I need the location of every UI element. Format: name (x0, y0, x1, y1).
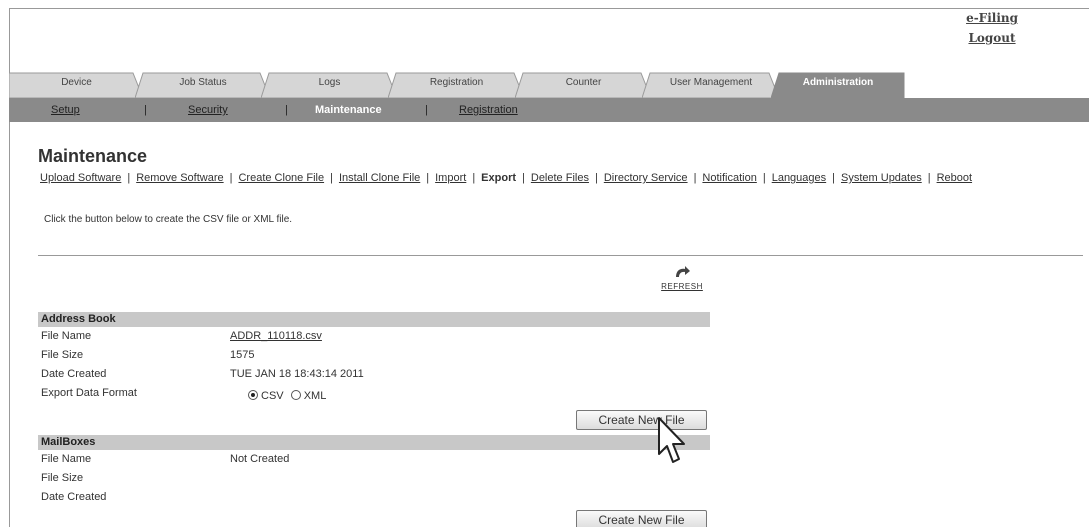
link-notification[interactable]: Notification (702, 172, 756, 184)
mouse-cursor-icon (658, 417, 685, 463)
link-export-current: Export (481, 172, 517, 184)
mailboxes-file-size-row: File Size (41, 472, 84, 484)
tab-registration[interactable]: Registration (388, 71, 525, 98)
logout-link[interactable]: Logout (966, 28, 1018, 48)
maintenance-links: Upload Software | Remove Software | Create C… (40, 172, 973, 184)
address-book-file-size: 1575 (230, 349, 255, 361)
link-languages[interactable]: Languages (772, 172, 826, 184)
tab-logs[interactable]: Logs (261, 71, 398, 98)
refresh-label: REFRESH (661, 282, 703, 291)
link-directory-service[interactable]: Directory Service (604, 172, 688, 184)
tab-counter[interactable]: Counter (515, 71, 652, 98)
page-title: Maintenance (38, 146, 148, 166)
link-import[interactable]: Import (435, 172, 466, 184)
link-delete-files[interactable]: Delete Files (531, 172, 589, 184)
address-book-date-row: Date Created TUE JAN 18 18:43:14 2011 (38, 365, 710, 384)
intro-text: Click the button below to create the CSV… (44, 214, 293, 225)
mailboxes-section: MailBoxes File Name Not Created File Siz… (38, 435, 710, 527)
subnav-security[interactable]: Security (188, 98, 228, 122)
mailboxes-file-name-row: File Name Not Created (38, 450, 710, 469)
xml-radio[interactable] (290, 390, 301, 400)
address-book-file-link[interactable]: ADDR_110118.csv (230, 330, 322, 342)
link-remove-software[interactable]: Remove Software (136, 172, 223, 184)
address-book-date: TUE JAN 18 18:43:14 2011 (230, 368, 364, 380)
mailboxes-date-row: Date Created (41, 491, 107, 503)
main-tab-bar: Device Job Status Logs Registration Coun… (9, 71, 1089, 98)
e-filing-link[interactable]: e-Filing (966, 8, 1018, 28)
divider (38, 255, 1083, 256)
sub-navigation: Setup | Security | Maintenance | Registr… (9, 98, 1089, 122)
link-system-updates[interactable]: System Updates (841, 172, 922, 184)
link-create-clone-file[interactable]: Create Clone File (238, 172, 324, 184)
subnav-separator: | (285, 104, 288, 116)
subnav-registration[interactable]: Registration (459, 98, 518, 122)
link-reboot[interactable]: Reboot (937, 172, 972, 184)
address-book-format-row: Export Data Format CSV XML (41, 387, 327, 402)
address-book-file-size-row: File Size 1575 (38, 346, 710, 365)
csv-radio[interactable] (248, 390, 258, 400)
address-book-heading: Address Book (38, 312, 710, 327)
tab-user-management[interactable]: User Management (642, 71, 780, 98)
subnav-setup[interactable]: Setup (51, 98, 80, 122)
address-book-section: Address Book File Name ADDR_110118.csv F… (38, 312, 710, 430)
tab-administration[interactable]: Administration (771, 71, 905, 98)
address-book-create-button[interactable]: Create New File (576, 410, 707, 430)
refresh-button[interactable]: REFRESH (657, 265, 707, 291)
mailboxes-create-button[interactable]: Create New File (576, 510, 707, 527)
mailboxes-heading: MailBoxes (38, 435, 710, 450)
link-upload-software[interactable]: Upload Software (40, 172, 121, 184)
tab-job-status[interactable]: Job Status (135, 71, 271, 98)
subnav-maintenance: Maintenance (315, 104, 382, 116)
subnav-separator: | (144, 104, 147, 116)
tab-device[interactable]: Device (9, 71, 144, 98)
address-book-file-name-row: File Name ADDR_110118.csv (41, 330, 322, 342)
link-install-clone-file[interactable]: Install Clone File (339, 172, 420, 184)
refresh-icon (676, 266, 690, 277)
mailboxes-file-name: Not Created (230, 453, 290, 465)
subnav-separator: | (425, 104, 428, 116)
top-links: e-Filing Logout (966, 8, 1018, 48)
